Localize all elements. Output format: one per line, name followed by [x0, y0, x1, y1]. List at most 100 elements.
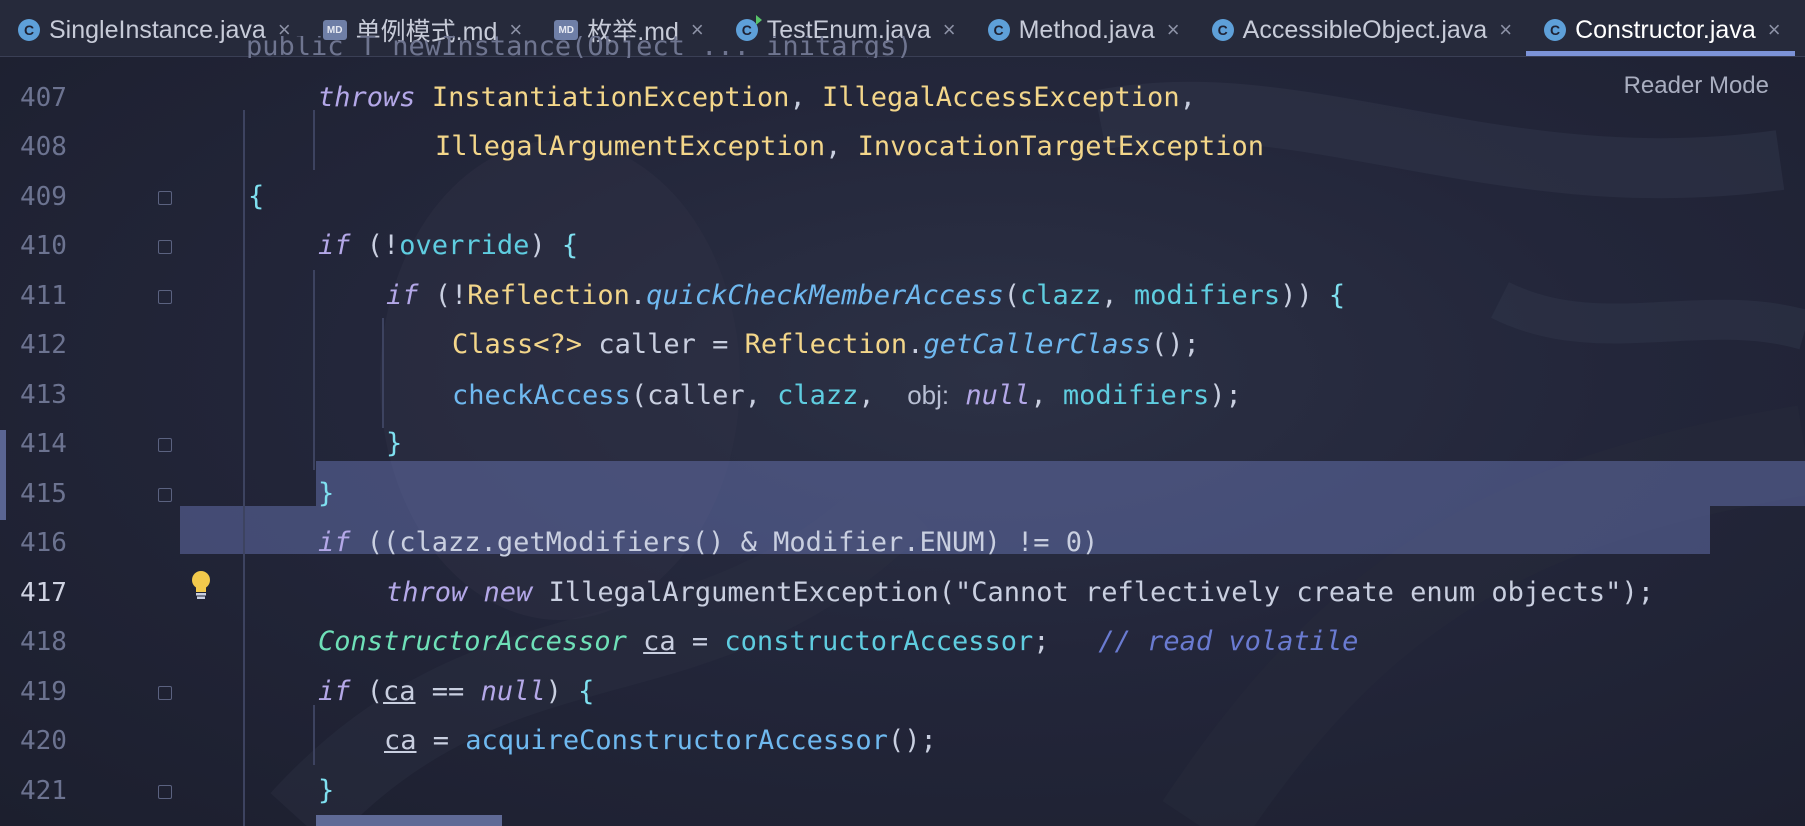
line-number: 411: [20, 281, 67, 311]
code-line-418: ConstructorAccessor ca = constructorAcce…: [318, 617, 1358, 667]
close-icon[interactable]: ×: [943, 17, 956, 43]
method-call: quickCheckMemberAccess: [646, 280, 1004, 311]
close-icon[interactable]: ×: [1768, 17, 1781, 43]
partial-code-line: public T newInstance(Object ... initargs…: [246, 36, 913, 58]
type: IllegalAccessException: [821, 82, 1180, 113]
field: clazz: [1020, 280, 1102, 311]
punct: )): [1280, 280, 1329, 311]
punct: (!: [418, 280, 468, 311]
indent-guide: [243, 110, 245, 826]
punct: ();: [887, 725, 937, 756]
generic: <?>: [533, 329, 583, 360]
code-line-407: throws InstantiationException, IllegalAc…: [318, 73, 1196, 123]
fold-marker-icon[interactable]: [158, 488, 172, 502]
code-text: IllegalArgumentException("Cannot reflect…: [532, 577, 1654, 608]
type: IllegalArgumentException: [435, 131, 826, 162]
indent-guide: [313, 110, 315, 170]
punct: ,: [1179, 82, 1196, 113]
tab-accessibleobject-java[interactable]: C AccessibleObject.java ×: [1194, 4, 1526, 56]
method-call: getCallerClass: [923, 329, 1152, 360]
punct: =: [675, 626, 725, 657]
field: modifiers: [1062, 380, 1210, 411]
line-number: 410: [20, 231, 67, 261]
tab-label: SingleInstance.java: [49, 15, 266, 44]
punct: ,: [789, 82, 822, 113]
fold-marker-icon[interactable]: [158, 785, 172, 799]
line-number: 409: [20, 182, 67, 212]
line-number: 420: [20, 726, 67, 756]
punct: ,: [825, 131, 858, 162]
line-number: 419: [20, 677, 67, 707]
punct: ): [545, 676, 579, 707]
field: modifiers: [1133, 280, 1281, 311]
method-call: checkAccess: [452, 380, 631, 411]
code-line-421: }: [318, 766, 334, 816]
code-line-410: if (!override) {: [318, 221, 578, 271]
punct: (: [350, 676, 384, 707]
lightbulb-icon[interactable]: [190, 570, 212, 600]
tab-label: Constructor.java: [1575, 15, 1756, 44]
tab-constructor-java[interactable]: C Constructor.java ×: [1526, 4, 1795, 56]
tab-method-java[interactable]: C Method.java ×: [970, 4, 1194, 56]
code-line-415: }: [318, 469, 334, 519]
code-line-414: }: [386, 419, 402, 469]
line-number: 413: [20, 380, 67, 410]
keyword: null: [965, 380, 1031, 411]
indent-guide: [313, 270, 315, 470]
line-number: 418: [20, 627, 67, 657]
class-file-icon: C: [1544, 19, 1567, 41]
punct: caller =: [582, 329, 745, 360]
local-variable: ca: [643, 626, 676, 657]
fold-marker-icon[interactable]: [158, 240, 172, 254]
line-number: 417: [20, 578, 67, 608]
close-icon[interactable]: ×: [1167, 17, 1180, 43]
punct: ): [529, 230, 562, 261]
fold-marker-icon[interactable]: [158, 686, 172, 700]
brace: {: [561, 230, 579, 261]
method-call: acquireConstructorAccessor: [465, 725, 888, 756]
punct: ==: [415, 676, 481, 707]
code-line-409: {: [248, 172, 264, 222]
line-number: 416: [20, 528, 67, 558]
horizontal-scrollbar-thumb[interactable]: [316, 815, 502, 826]
line-number: 407: [20, 83, 67, 113]
fold-marker-icon[interactable]: [158, 191, 172, 205]
keyword: throws: [318, 82, 416, 113]
code-line-420: ca = acquireConstructorAccessor();: [384, 716, 937, 766]
field: constructorAccessor: [724, 626, 1034, 657]
field: override: [399, 230, 530, 261]
code-line-408: IllegalArgumentException, InvocationTarg…: [435, 122, 1264, 172]
fold-marker-icon[interactable]: [158, 438, 172, 452]
selection-highlight: [316, 461, 1805, 506]
line-number: 421: [20, 776, 67, 806]
indent-guide: [382, 318, 384, 428]
keyword: throw: [386, 577, 468, 608]
brace: {: [578, 676, 595, 707]
code-line-411: if (!Reflection.quickCheckMemberAccess(c…: [386, 271, 1345, 321]
tab-label: Method.java: [1018, 15, 1155, 44]
keyword: if: [318, 676, 351, 707]
punct: .: [907, 329, 924, 360]
reader-mode-button[interactable]: Reader Mode: [1624, 72, 1769, 100]
code-line-417: throw new IllegalArgumentException("Cann…: [386, 568, 1654, 618]
punct: ,: [858, 380, 891, 411]
brace: {: [1328, 280, 1346, 311]
field: clazz: [777, 380, 859, 411]
brace: {: [248, 181, 265, 212]
punct: ;: [1033, 626, 1099, 657]
class-file-icon: C: [18, 19, 40, 41]
code-line-419: if (ca == null) {: [318, 667, 594, 717]
keyword: if: [318, 230, 351, 261]
type: InvocationTargetException: [857, 131, 1265, 162]
keyword: new: [483, 577, 533, 608]
code-line-412: Class<?> caller = Reflection.getCallerCl…: [452, 320, 1200, 370]
line-number: 414: [20, 429, 67, 459]
punct: ,: [1101, 280, 1134, 311]
type: Reflection: [467, 280, 630, 311]
fold-marker-icon[interactable]: [158, 290, 172, 304]
close-icon[interactable]: ×: [1499, 17, 1512, 43]
indent-guide: [313, 705, 315, 765]
type: Class: [452, 329, 534, 360]
type: InstantiationException: [431, 82, 790, 113]
type: Reflection: [744, 329, 908, 360]
